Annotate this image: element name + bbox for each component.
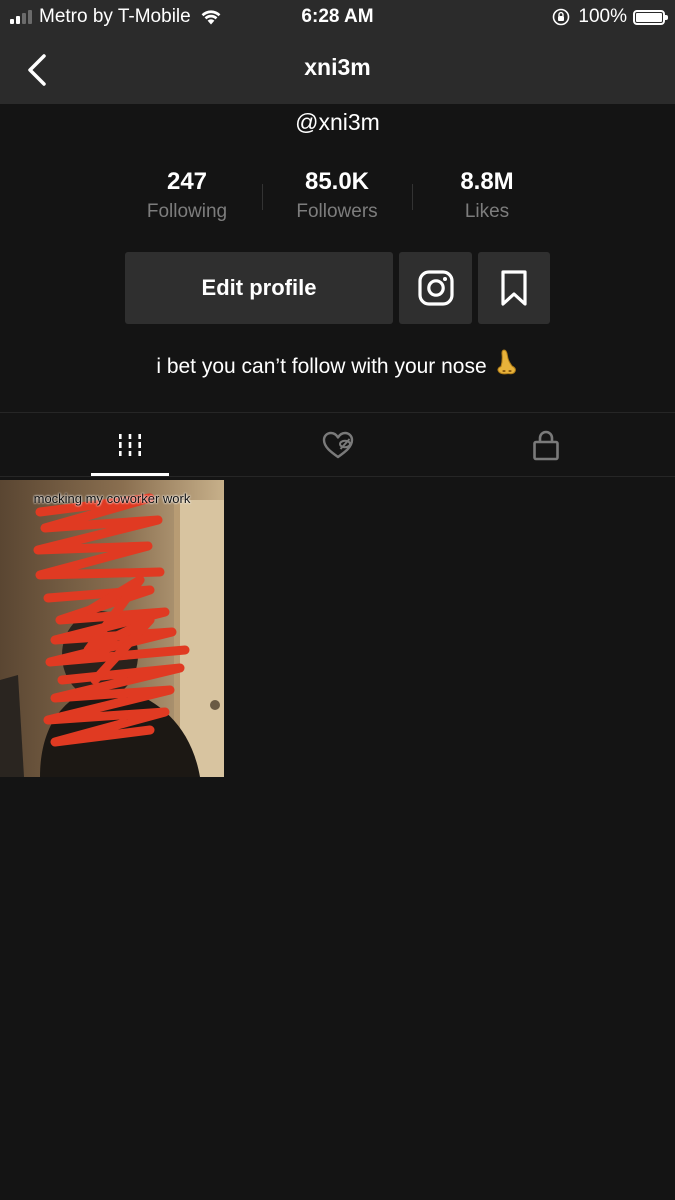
tab-videos[interactable] (17, 413, 242, 476)
instagram-icon (417, 270, 454, 306)
instagram-button[interactable] (399, 252, 472, 324)
grid-videos-icon (118, 433, 141, 456)
stat-value: 8.8M (460, 168, 514, 195)
stat-label: Followers (296, 201, 378, 222)
tab-liked[interactable] (225, 413, 450, 476)
stat-label: Following (146, 201, 228, 222)
tab-private[interactable] (433, 413, 658, 476)
top-header: Metro by T-Mobile 6:28 AM 100% xni3m (0, 0, 675, 104)
stat-value: 85.0K (304, 168, 370, 195)
nose-emoji-icon (495, 348, 519, 382)
liked-videos-icon (322, 431, 353, 458)
status-bar: Metro by T-Mobile 6:28 AM 100% (0, 0, 675, 36)
battery-icon (633, 9, 668, 25)
stat-followers[interactable]: 85.0K Followers (262, 166, 412, 226)
tabs-divider-bottom (0, 476, 675, 477)
video-caption: mocking my coworker work (33, 491, 191, 506)
stat-value: 247 (166, 168, 208, 195)
video-thumbnail[interactable]: mocking my coworker work (0, 480, 224, 777)
profile-stats: 247 Following 85.0K Followers 8.8M Likes (112, 166, 562, 230)
status-right: 100% (552, 6, 668, 28)
stat-following[interactable]: 247 Following (112, 166, 262, 226)
orientation-lock-icon (553, 8, 570, 26)
favorites-button[interactable] (478, 252, 550, 324)
battery-percent: 100% (578, 6, 627, 27)
edit-profile-button[interactable]: Edit profile (125, 252, 393, 324)
stat-likes[interactable]: 8.8M Likes (412, 166, 562, 226)
profile-handle: @xni3m (295, 109, 380, 135)
video-thumbnail-image (0, 480, 224, 777)
stat-label: Likes (464, 201, 510, 222)
bookmark-icon (501, 270, 527, 306)
lock-icon (532, 430, 559, 460)
nav-title: xni3m (304, 54, 371, 80)
profile-bio: i bet you can’t follow with your nose (0, 348, 675, 382)
bio-text: i bet you can’t follow with your nose (156, 355, 487, 378)
